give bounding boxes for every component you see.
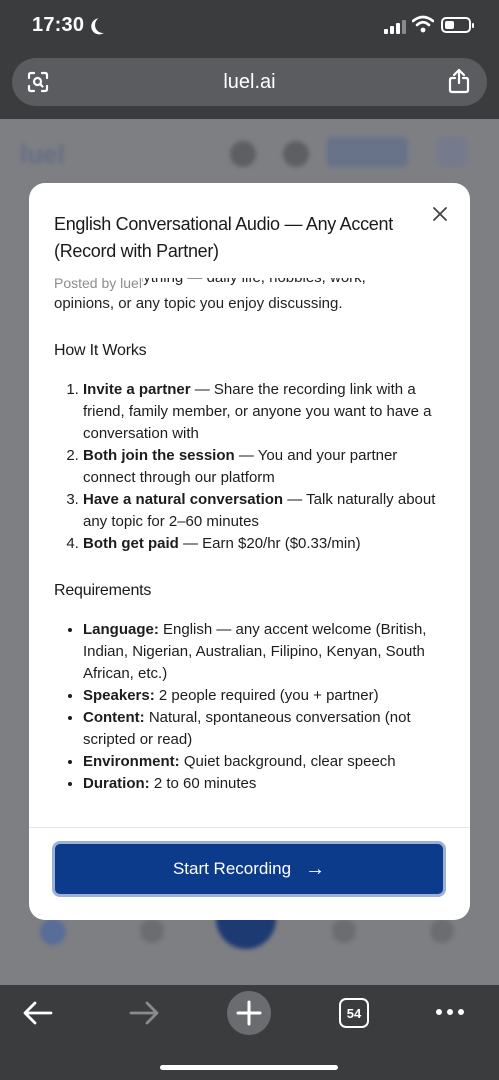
background-button [436,137,468,167]
wifi-icon [412,15,434,33]
start-recording-button[interactable]: Start Recording → [52,841,446,897]
task-detail-modal: English Conversational Audio — Any Accen… [29,183,470,920]
list-item: Content: Natural, spontaneous conversati… [83,707,449,751]
close-icon[interactable] [427,201,453,227]
start-recording-label: Start Recording [172,859,292,878]
new-tab-button[interactable] [227,991,271,1035]
background-nav-icon [332,919,356,943]
cellular-signal-icon [384,20,406,34]
background-button [326,137,408,167]
background-nav-icon [140,919,164,943]
how-it-works-list: Invite a partner — Share the recording l… [54,379,449,555]
how-it-works-heading: How It Works [54,342,147,359]
back-arrow-icon[interactable] [22,999,54,1027]
requirements-heading: Requirements [54,582,152,599]
background-nav-icon [430,919,454,943]
description-text: opinions, or any topic you enjoy discuss… [54,295,343,312]
home-indicator [160,1065,338,1070]
forward-arrow-icon[interactable] [128,999,160,1027]
more-options-icon[interactable] [436,1009,464,1015]
status-bar: 17:30 [0,0,499,52]
background-icon [283,141,309,167]
list-item: Duration: 2 to 60 minutes [83,773,449,795]
list-item: Have a natural conversation — Talk natur… [83,489,449,533]
requirements-list: Language: English — any accent welcome (… [54,619,449,795]
modal-scroll-area[interactable]: Talk about anything — daily life, hobbie… [29,278,470,826]
background-logo: luel [20,139,65,169]
url-text: luel.ai [223,71,276,93]
plus-icon [236,1000,262,1026]
modal-footer-divider [29,827,470,828]
list-item: Environment: Quiet background, clear spe… [83,751,449,773]
list-item: Language: English — any accent welcome (… [83,619,449,685]
list-item: Both get paid — Earn $20/hr ($0.33/min) [83,533,449,555]
address-bar[interactable]: luel.ai [12,58,487,106]
arrow-right-icon: → [305,858,326,880]
list-item: Speakers: 2 people required (you + partn… [83,685,449,707]
status-time: 17:30 [32,14,85,36]
background-icon [230,141,256,167]
list-item: Invite a partner — Share the recording l… [83,379,449,445]
battery-icon [441,17,474,33]
background-nav-icon [40,919,66,945]
posted-by: Posted by luel [54,275,142,291]
share-icon[interactable] [447,68,471,94]
list-item: Both join the session — You and your par… [83,445,449,489]
modal-title: English Conversational Audio — Any Accen… [54,214,393,261]
browser-address-area: luel.ai [0,52,499,119]
tab-switcher-button[interactable]: 54 [339,998,369,1028]
moon-icon [93,15,114,36]
